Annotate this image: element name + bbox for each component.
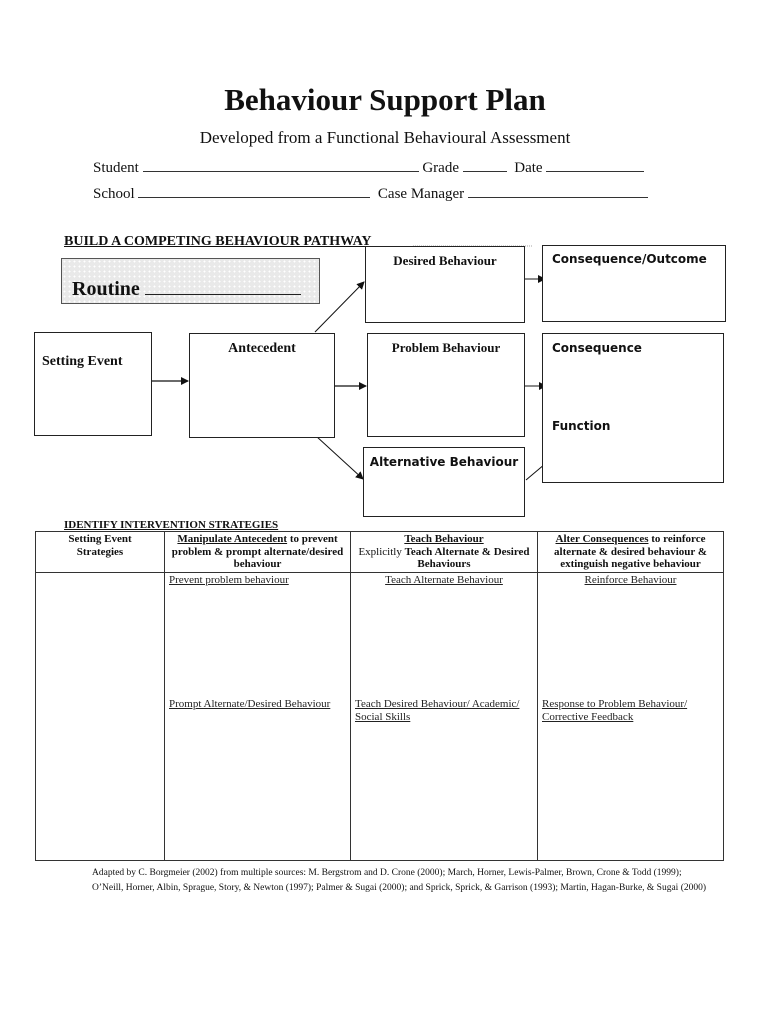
consequence-label: Consequence bbox=[552, 341, 642, 355]
citation-footnote: Adapted by C. Borgmeier (2002) from mult… bbox=[92, 868, 707, 893]
teach-desired-label: Teach Desired Behaviour/ Academic/ Socia… bbox=[355, 698, 520, 723]
header-manipulate-antecedent: Manipulate Antecedent to prevent problem… bbox=[164, 531, 351, 573]
routine-field[interactable] bbox=[144, 278, 301, 295]
teach-alternate-cell[interactable]: Teach Alternate Behaviour bbox=[350, 571, 538, 697]
alternative-behaviour-label: Alternative Behaviour bbox=[369, 455, 519, 469]
arrow-antecedent-to-desired bbox=[314, 281, 365, 333]
setting-event-strategies-cell[interactable] bbox=[35, 571, 165, 861]
response-problem-label: Response to Problem Behaviour/ Correctiv… bbox=[542, 698, 688, 723]
consequence-outcome-box[interactable]: Consequence/Outcome bbox=[542, 245, 726, 322]
routine-box: Routine bbox=[61, 258, 320, 304]
header-text: Teach Alternate & Desired Behaviours bbox=[404, 545, 530, 571]
routine-label: Routine bbox=[72, 278, 140, 300]
reinforce-behaviour-cell[interactable]: Reinforce Behaviour bbox=[537, 571, 724, 697]
prompt-alternate-cell[interactable]: Prompt Alternate/Desired Behaviour bbox=[164, 697, 351, 861]
alternative-behaviour-box[interactable]: Alternative Behaviour bbox=[363, 447, 525, 517]
antecedent-label: Antecedent bbox=[228, 341, 296, 356]
teach-desired-cell[interactable]: Teach Desired Behaviour/ Academic/ Socia… bbox=[350, 697, 538, 861]
desired-behaviour-box[interactable]: Desired Behaviour bbox=[365, 246, 525, 323]
header-underlined-text: Teach Behaviour bbox=[404, 533, 484, 545]
table-row: Prevent problem behaviour Teach Alternat… bbox=[35, 571, 724, 861]
teach-alternate-label: Teach Alternate Behaviour bbox=[385, 573, 503, 586]
header-teach-behaviour: Teach Behaviour Explicitly Teach Alterna… bbox=[350, 531, 538, 573]
strategies-table: Setting Event Strategies Manipulate Ante… bbox=[35, 531, 724, 861]
desired-behaviour-label: Desired Behaviour bbox=[393, 253, 497, 268]
header-alter-consequences: Alter Consequences to reinforce alternat… bbox=[537, 531, 724, 573]
table-header-row: Setting Event Strategies Manipulate Ante… bbox=[35, 531, 724, 573]
prevent-problem-label: Prevent problem behaviour bbox=[169, 573, 289, 586]
header-text: Explicitly bbox=[358, 545, 405, 558]
setting-event-box[interactable]: Setting Event bbox=[34, 332, 152, 436]
header-text: Setting Event bbox=[68, 533, 132, 545]
problem-behaviour-label: Problem Behaviour bbox=[391, 340, 501, 355]
problem-behaviour-box[interactable]: Problem Behaviour bbox=[367, 333, 525, 437]
consequence-outcome-label: Consequence/Outcome bbox=[552, 252, 707, 266]
prevent-problem-cell[interactable]: Prevent problem behaviour bbox=[164, 571, 351, 697]
arrow-antecedent-to-alternative bbox=[315, 435, 364, 480]
header-setting-event-strategies: Setting Event Strategies bbox=[35, 531, 165, 573]
antecedent-box[interactable]: Antecedent bbox=[189, 333, 335, 438]
prompt-alternate-label: Prompt Alternate/Desired Behaviour bbox=[169, 698, 331, 710]
reinforce-behaviour-label: Reinforce Behaviour bbox=[584, 573, 677, 586]
header-text: Strategies bbox=[76, 545, 124, 558]
header-underlined-text: Alter Consequences bbox=[555, 533, 649, 545]
setting-event-label: Setting Event bbox=[42, 354, 123, 369]
consequence-box[interactable]: Consequence Function bbox=[542, 333, 724, 483]
strategies-heading: IDENTIFY INTERVENTION STRATEGIES bbox=[64, 519, 279, 531]
header-underlined-text: Manipulate Antecedent bbox=[177, 533, 288, 545]
response-problem-cell[interactable]: Response to Problem Behaviour/ Correctiv… bbox=[537, 697, 724, 861]
function-label: Function bbox=[552, 419, 611, 433]
